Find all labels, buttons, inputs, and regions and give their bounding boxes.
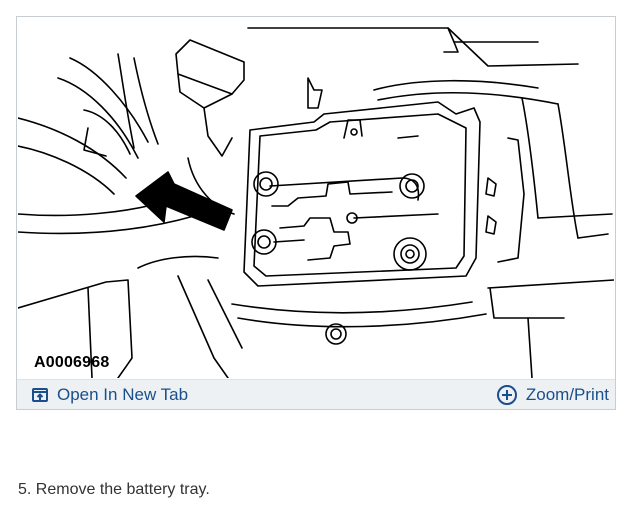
zoom-print-label: Zoom/Print <box>525 384 609 404</box>
open-in-new-tab-button[interactable]: Open In New Tab <box>31 385 188 405</box>
figure-id: A0006968 <box>34 354 110 371</box>
plus-circle-icon <box>496 384 518 406</box>
figure-action-bar: Open In New Tab Zoom/Print <box>17 379 615 409</box>
figure-card: A0006968 Open In New Tab Zoom/Print <box>16 16 616 410</box>
instruction-step: 5. Remove the battery tray. <box>18 481 210 498</box>
zoom-print-button[interactable]: Zoom/Print <box>496 384 609 406</box>
open-in-new-tab-label: Open In New Tab <box>57 384 189 404</box>
open-in-new-tab-icon <box>31 386 49 404</box>
battery-tray-illustration: A0006968 <box>18 18 614 378</box>
